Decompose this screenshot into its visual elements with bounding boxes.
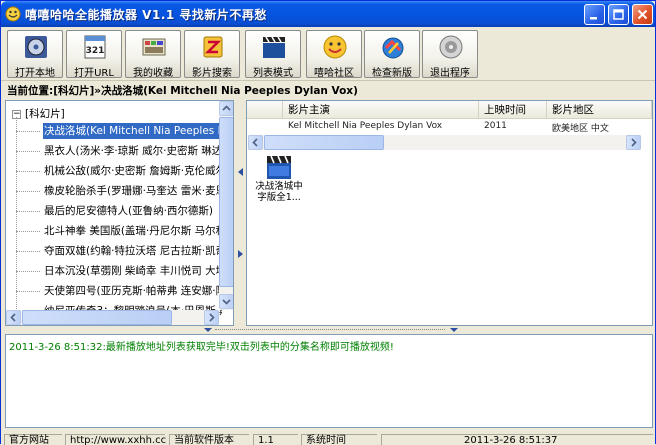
app-window: 嘻嘻哈哈全能播放器 V1.1 寻找新片不再愁 打开本地 321 打开URL 我的… xyxy=(0,0,656,445)
splitter-down-arrow-icon[interactable] xyxy=(204,327,212,333)
title-bar[interactable]: 嘻嘻哈哈全能播放器 V1.1 寻找新片不再愁 xyxy=(1,1,655,27)
scroll-right-button[interactable] xyxy=(626,135,641,150)
scroll-thumb[interactable] xyxy=(22,310,172,325)
tree-item[interactable]: 橡皮轮胎杀手(罗珊娜·马奎达 雷米·麦恩) xyxy=(16,183,222,199)
check-update-label: 检查新版 xyxy=(372,68,412,79)
exit-button[interactable]: 退出程序 xyxy=(422,30,478,79)
column-header-cast[interactable]: 影片主演 xyxy=(283,101,479,119)
arrow-up-icon xyxy=(222,105,231,111)
tree-item[interactable]: 决战洛城(Kel Mitchell Nia Peeples Dylan Vox) xyxy=(16,123,222,139)
open-local-button[interactable]: 打开本地 xyxy=(7,30,63,79)
tree-vertical-scrollbar[interactable] xyxy=(219,101,233,310)
exit-label: 退出程序 xyxy=(430,68,470,79)
community-icon xyxy=(323,35,347,59)
arrow-left-icon xyxy=(10,313,16,322)
open-url-icon: 321 xyxy=(84,35,106,59)
minimize-icon xyxy=(590,17,597,20)
list-mode-icon xyxy=(263,36,285,58)
cell-cast: Kel Mitchell Nia Peeples Dylan Vox xyxy=(288,121,443,131)
open-url-label: 打开URL xyxy=(74,68,114,79)
search-film-label: 影片搜索 xyxy=(192,68,232,79)
episode-tile[interactable]: 决战洛城中字版全1... xyxy=(251,153,307,213)
status-version-label: 当前软件版本 xyxy=(169,434,249,445)
grid-header: 影片主演 上映时间 影片地区 xyxy=(247,101,652,119)
tree-item[interactable]: 黑衣人(汤米·李·琼斯 威尔·史密斯 琳达·费 xyxy=(16,143,222,159)
status-site-label: 官方网站 xyxy=(4,434,62,445)
search-film-button[interactable]: 影片搜索 xyxy=(184,30,240,79)
scroll-left-button[interactable] xyxy=(6,310,21,325)
favorites-label: 我的收藏 xyxy=(133,68,173,79)
tree-root[interactable]: − [科幻片] xyxy=(12,106,65,121)
scroll-up-button[interactable] xyxy=(219,101,233,116)
splitter-grip xyxy=(215,329,445,330)
grid-horizontal-scrollbar[interactable] xyxy=(248,135,641,150)
list-mode-label: 列表模式 xyxy=(253,68,293,79)
scroll-down-button[interactable] xyxy=(219,294,233,309)
status-version-value: 1.1 xyxy=(253,434,298,445)
close-button[interactable] xyxy=(632,4,653,25)
breadcrumb: 当前位置:[科幻片]»决战洛城(Kel Mitchell Nia Peeples… xyxy=(7,85,358,97)
tree-horizontal-scrollbar[interactable] xyxy=(6,310,219,325)
splitter-left-arrow-icon[interactable] xyxy=(237,168,244,176)
column-header-region[interactable]: 影片地区 xyxy=(547,101,652,119)
maximize-button[interactable] xyxy=(608,4,629,25)
open-local-label: 打开本地 xyxy=(15,68,55,79)
tree-item[interactable]: 机械公敌(威尔·史密斯 詹姆斯·克伦威尔 布 xyxy=(16,163,222,179)
list-mode-button[interactable]: 列表模式 xyxy=(245,30,301,79)
splitter-down-arrow-icon[interactable] xyxy=(450,327,458,333)
community-button[interactable]: 嘻哈社区 xyxy=(306,30,362,79)
vertical-splitter[interactable] xyxy=(236,100,245,326)
favorites-button[interactable]: 我的收藏 xyxy=(125,30,181,79)
svg-text:321: 321 xyxy=(86,46,105,56)
open-url-button[interactable]: 321 打开URL xyxy=(66,30,122,79)
arrow-left-icon xyxy=(252,138,258,147)
community-label: 嘻哈社区 xyxy=(314,68,354,79)
tree-item[interactable]: 夺面双雄(约翰·特拉沃塔 尼古拉斯·凯奇 琼 xyxy=(16,243,222,259)
episode-label: 决战洛城中字版全1... xyxy=(255,181,303,203)
status-time-value: 2011-3-26 8:51:37 xyxy=(381,434,653,445)
tree-item[interactable]: 北斗神拳 美国版(盖瑞·丹尼尔斯 马尔科姆 xyxy=(16,223,222,239)
arrow-down-icon xyxy=(222,299,231,305)
check-update-button[interactable]: 检查新版 xyxy=(364,30,420,79)
tree-item[interactable]: 最后的尼安德特人(亚鲁纳·西尔德斯) xyxy=(16,203,222,219)
toolbar: 打开本地 321 打开URL 我的收藏 影片搜索 列表模式 嘻哈社区 检查新版 … xyxy=(1,27,655,81)
column-header-release[interactable]: 上映时间 xyxy=(479,101,547,119)
search-film-icon xyxy=(203,36,223,58)
arrow-right-icon xyxy=(209,313,215,322)
open-local-icon xyxy=(25,36,47,58)
horizontal-splitter[interactable] xyxy=(5,327,653,333)
status-time-label: 系统时间 xyxy=(301,434,377,445)
cell-region: 欧美地区 中文 xyxy=(552,124,609,133)
exit-icon xyxy=(439,35,463,59)
check-update-icon xyxy=(382,37,404,59)
splitter-right-arrow-icon[interactable] xyxy=(237,250,244,258)
minimize-button[interactable] xyxy=(584,4,605,25)
scroll-thumb[interactable] xyxy=(219,117,233,287)
cell-release: 2011 xyxy=(484,121,507,131)
favorites-icon xyxy=(142,38,166,56)
category-tree[interactable]: −[科幻片] 决战洛城(Kel Mitchell Nia Peeples Dyl… xyxy=(5,100,234,326)
tree-item[interactable]: 日本沉没(草彅刚 柴崎幸 丰川悦司 大地真 xyxy=(16,263,222,279)
scroll-right-button[interactable] xyxy=(204,310,219,325)
status-bar: 官方网站 http://www.xxhh.cc 当前软件版本 1.1 系统时间 … xyxy=(1,431,655,445)
status-site-url[interactable]: http://www.xxhh.cc xyxy=(65,434,166,445)
episode-panel: 影片主演 上映时间 影片地区 Kel Mitchell Nia Peeples … xyxy=(246,100,653,326)
log-message: 2011-3-26 8:51:32:最新播放地址列表获取完毕!双击列表中的分集名… xyxy=(9,342,394,353)
video-clapper-icon xyxy=(267,155,291,179)
maximize-icon xyxy=(613,9,624,20)
table-row[interactable]: Kel Mitchell Nia Peeples Dylan Vox 2011 … xyxy=(247,119,652,133)
column-header-blank[interactable] xyxy=(247,101,283,119)
close-icon xyxy=(637,9,648,20)
scroll-left-button[interactable] xyxy=(248,135,263,150)
tree-root-label: [科幻片] xyxy=(25,108,65,120)
window-title: 嘻嘻哈哈全能播放器 V1.1 寻找新片不再愁 xyxy=(25,8,267,22)
app-logo-icon xyxy=(5,6,21,22)
message-log: 2011-3-26 8:51:32:最新播放地址列表获取完毕!双击列表中的分集名… xyxy=(5,334,653,428)
scroll-thumb[interactable] xyxy=(264,135,384,150)
arrow-right-icon xyxy=(631,138,637,147)
tree-item[interactable]: 天使第四号(亚历克斯·帕蒂弗 连安娜·阿格 xyxy=(16,283,222,299)
